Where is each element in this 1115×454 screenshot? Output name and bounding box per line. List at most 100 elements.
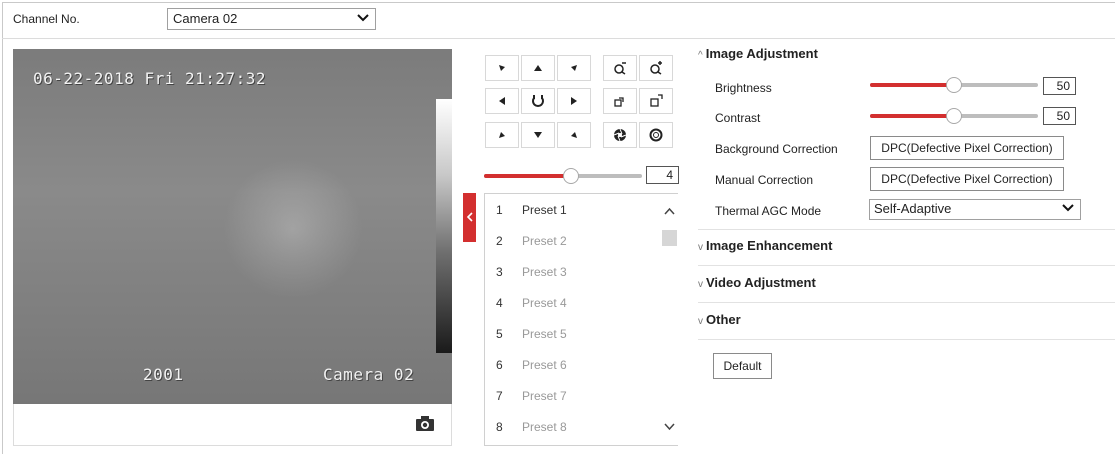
agc-mode-value: Self-Adaptive (874, 201, 952, 216)
default-button[interactable]: Default (713, 353, 772, 379)
slider-thumb[interactable] (562, 168, 579, 184)
preset-number: 1 (496, 203, 503, 217)
preset-number: 8 (496, 420, 503, 434)
zoom-in-button[interactable] (639, 55, 673, 81)
arrow-up-icon (534, 65, 542, 71)
iris-open-icon (649, 128, 663, 142)
preset-name: Preset 4 (522, 296, 567, 310)
iris-close-button[interactable] (603, 122, 637, 148)
preset-item[interactable]: 2 Preset 2 (485, 225, 661, 256)
section-divider (698, 265, 1115, 266)
preset-name: Preset 6 (522, 358, 567, 372)
ptz-speed-slider[interactable] (484, 168, 642, 184)
section-title: Image Adjustment (705, 46, 818, 61)
osd-camera-name: Camera 02 (323, 365, 415, 384)
preset-item[interactable]: 5 Preset 5 (485, 318, 661, 349)
osd-code: 2001 (143, 365, 184, 384)
arrow-down-right-icon (571, 132, 577, 138)
background-correction-button[interactable]: DPC(Defective Pixel Correction) (870, 136, 1064, 160)
section-image-enhancement[interactable]: v Image Enhancement (698, 238, 832, 253)
focus-far-button[interactable] (639, 88, 673, 114)
preset-list: 1 Preset 1 2 Preset 2 3 Preset 3 4 Prese… (484, 193, 678, 446)
channel-label: Channel No. (13, 12, 80, 26)
chevron-down-icon[interactable] (663, 422, 676, 432)
channel-select[interactable]: Camera 02 (167, 8, 376, 30)
ptz-down-button[interactable] (521, 122, 555, 148)
contrast-value[interactable]: 50 (1043, 107, 1076, 125)
preset-number: 2 (496, 234, 503, 248)
preset-item[interactable]: 7 Preset 7 (485, 380, 661, 411)
preset-name: Preset 8 (522, 420, 567, 434)
section-image-adjustment[interactable]: ^ Image Adjustment (698, 46, 818, 61)
ptz-left-button[interactable] (485, 88, 519, 114)
focus-near-button[interactable] (603, 88, 637, 114)
ptz-up-right-button[interactable] (557, 55, 591, 81)
section-other[interactable]: v Other (698, 312, 741, 327)
contrast-label: Contrast (715, 111, 761, 125)
collapse-tab[interactable] (463, 193, 476, 242)
section-video-adjustment[interactable]: v Video Adjustment (698, 275, 816, 290)
video-shade (13, 49, 452, 404)
preset-number: 7 (496, 389, 503, 403)
brightness-value[interactable]: 50 (1043, 77, 1076, 95)
ptz-up-left-button[interactable] (485, 55, 519, 81)
caret-up-icon: ^ (698, 50, 703, 61)
agc-mode-label: Thermal AGC Mode (715, 204, 822, 218)
brightness-slider[interactable] (870, 77, 1038, 93)
chevron-up-icon[interactable] (663, 206, 676, 216)
background-correction-label: Background Correction (715, 142, 838, 156)
video-toolbar (13, 404, 452, 446)
focus-near-icon (614, 97, 624, 107)
chevron-left-icon (466, 212, 473, 222)
section-title: Video Adjustment (706, 275, 816, 290)
preset-name: Preset 1 (522, 203, 567, 217)
contrast-slider[interactable] (870, 108, 1038, 124)
video-preview[interactable]: 06-22-2018 Fri 21:27:32 2001 Camera 02 (13, 49, 452, 404)
ptz-down-left-button[interactable] (485, 122, 519, 148)
chevron-down-icon (1062, 204, 1074, 212)
arrow-up-left-icon (499, 65, 505, 71)
preset-item[interactable]: 1 Preset 1 (485, 194, 661, 225)
preset-name: Preset 5 (522, 327, 567, 341)
camera-icon[interactable] (416, 416, 434, 431)
iris-open-button[interactable] (639, 122, 673, 148)
manual-correction-button[interactable]: DPC(Defective Pixel Correction) (870, 167, 1064, 191)
section-divider (698, 339, 1115, 340)
scrollbar-thumb[interactable] (662, 230, 677, 246)
slider-thumb[interactable] (946, 77, 962, 93)
preset-number: 6 (496, 358, 503, 372)
auto-rotate-icon (532, 95, 544, 107)
section-divider (698, 229, 1115, 230)
arrow-left-icon (499, 97, 505, 105)
zoom-in-icon (650, 61, 662, 75)
ptz-right-button[interactable] (557, 88, 591, 114)
preset-item[interactable]: 6 Preset 6 (485, 349, 661, 380)
arrow-down-icon (534, 132, 542, 138)
preset-name: Preset 3 (522, 265, 567, 279)
brightness-label: Brightness (715, 81, 772, 95)
arrow-down-left-icon (499, 132, 505, 138)
channel-select-value: Camera 02 (173, 11, 238, 26)
caret-down-icon: v (698, 242, 703, 253)
preset-name: Preset 2 (522, 234, 567, 248)
preset-item[interactable]: 3 Preset 3 (485, 256, 661, 287)
manual-correction-label: Manual Correction (715, 173, 814, 187)
thermal-color-bar (436, 99, 452, 353)
preset-number: 5 (496, 327, 503, 341)
preset-item[interactable]: 4 Preset 4 (485, 287, 661, 318)
osd-datetime: 06-22-2018 Fri 21:27:32 (33, 69, 267, 88)
section-title: Image Enhancement (706, 238, 833, 253)
chevron-down-icon (357, 14, 369, 22)
zoom-out-icon (614, 62, 626, 75)
ptz-up-button[interactable] (521, 55, 555, 81)
ptz-speed-value[interactable]: 4 (646, 166, 679, 184)
divider (2, 38, 1115, 39)
zoom-out-button[interactable] (603, 55, 637, 81)
ptz-down-right-button[interactable] (557, 122, 591, 148)
preset-scrollbar[interactable] (661, 194, 678, 445)
auto-rotate-button[interactable] (521, 88, 555, 114)
preset-item[interactable]: 8 Preset 8 (485, 411, 661, 442)
caret-down-icon: v (698, 316, 703, 327)
agc-mode-select[interactable]: Self-Adaptive (869, 199, 1081, 220)
slider-thumb[interactable] (946, 108, 962, 124)
